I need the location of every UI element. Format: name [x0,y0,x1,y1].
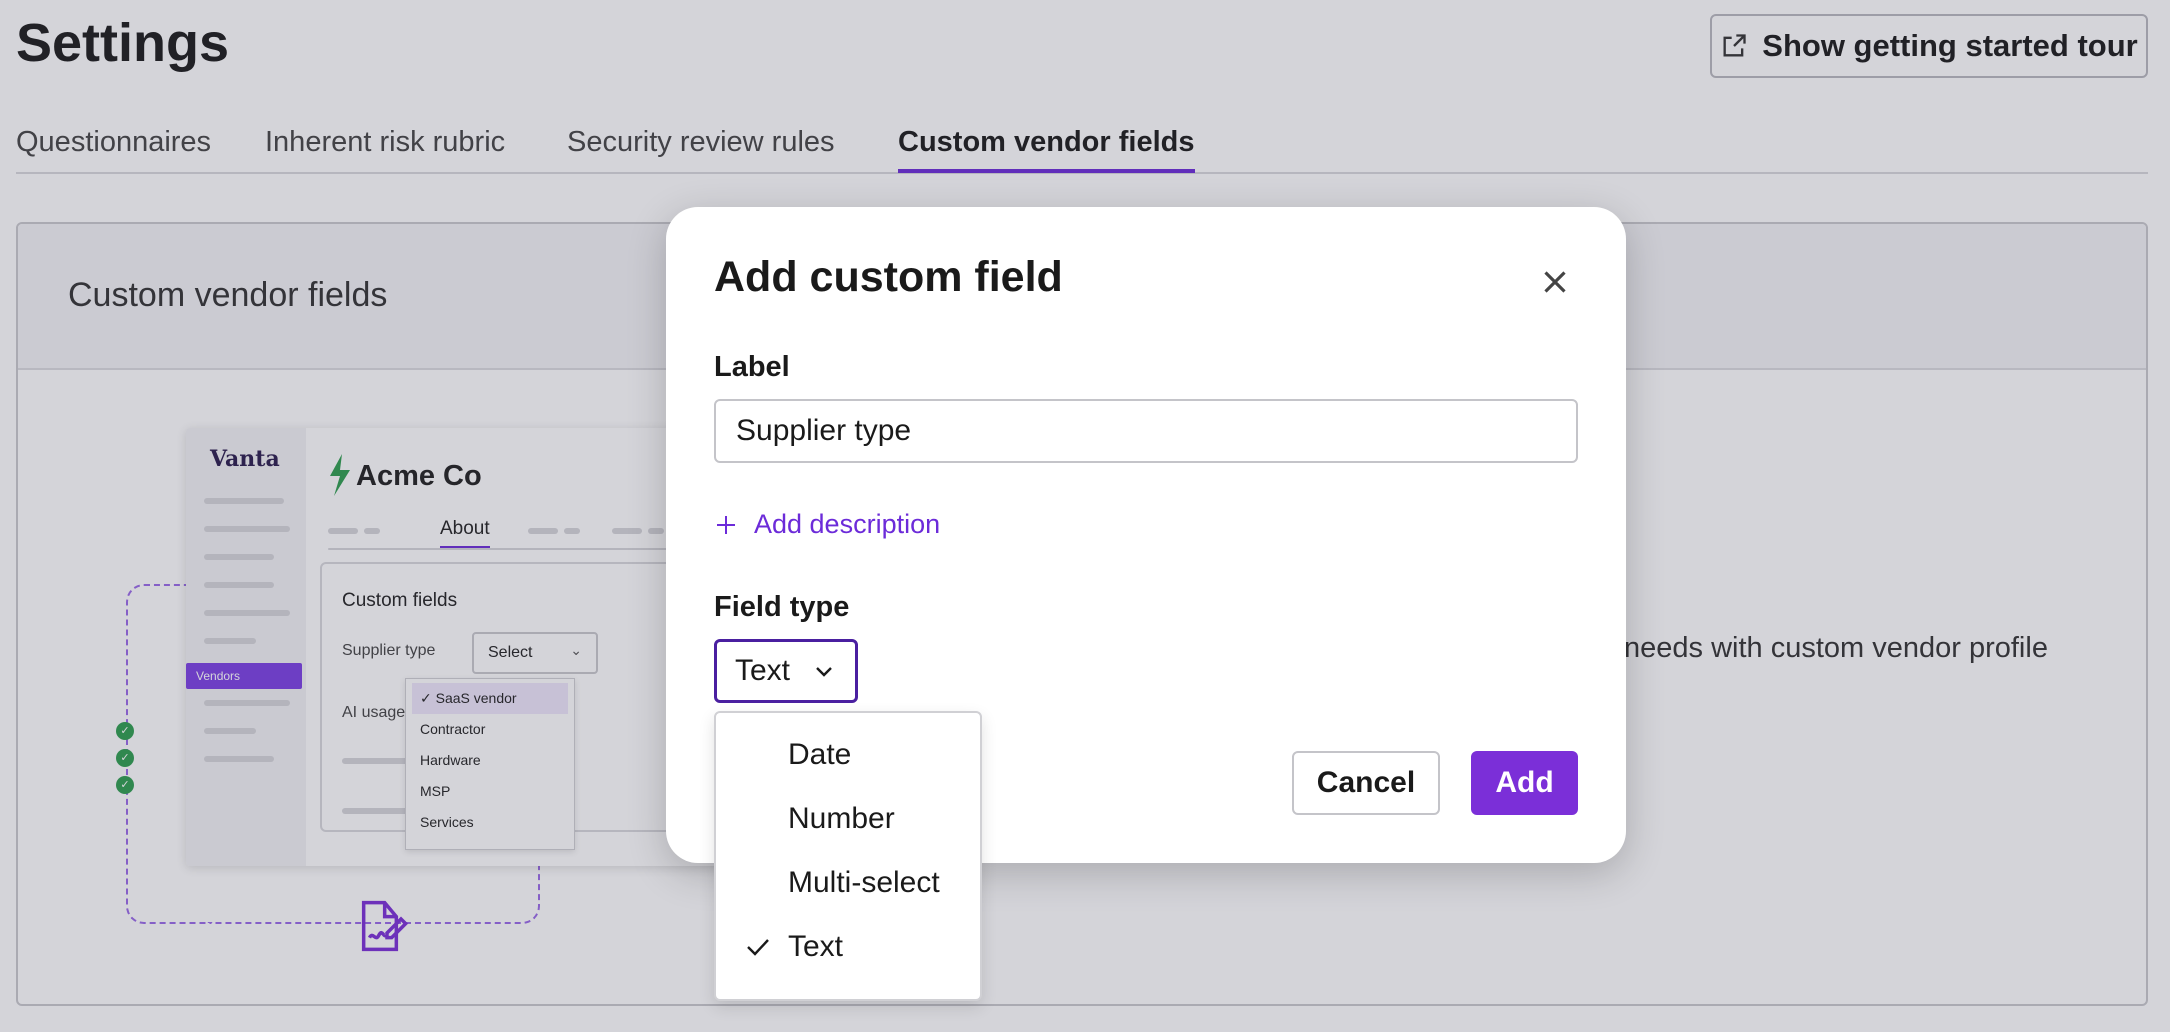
label-heading: Label [714,351,790,383]
field-type-option-date[interactable]: Date [716,723,980,787]
add-button[interactable]: Add [1471,751,1578,815]
field-type-option-number[interactable]: Number [716,787,980,851]
cancel-button[interactable]: Cancel [1292,751,1440,815]
field-type-select[interactable]: Text [714,639,858,703]
plus-icon [717,515,735,534]
label-input[interactable] [714,399,1578,463]
field-type-value: Text [735,654,791,687]
field-type-menu: Date Number Multi-select Text [714,711,982,1001]
settings-page: Settings Show getting started tour Quest… [0,0,2170,1032]
add-description-link[interactable]: Add description [714,509,940,540]
field-type-option-text[interactable]: Text [716,915,980,979]
close-icon[interactable] [1536,263,1574,301]
check-icon [747,939,769,956]
chevron-down-icon [816,667,832,677]
field-type-heading: Field type [714,591,850,623]
add-description-label: Add description [754,509,941,539]
field-type-option-multi-select[interactable]: Multi-select [716,851,980,915]
field-type-option-text-label: Text [788,930,844,963]
dialog-title: Add custom field [714,253,1063,301]
